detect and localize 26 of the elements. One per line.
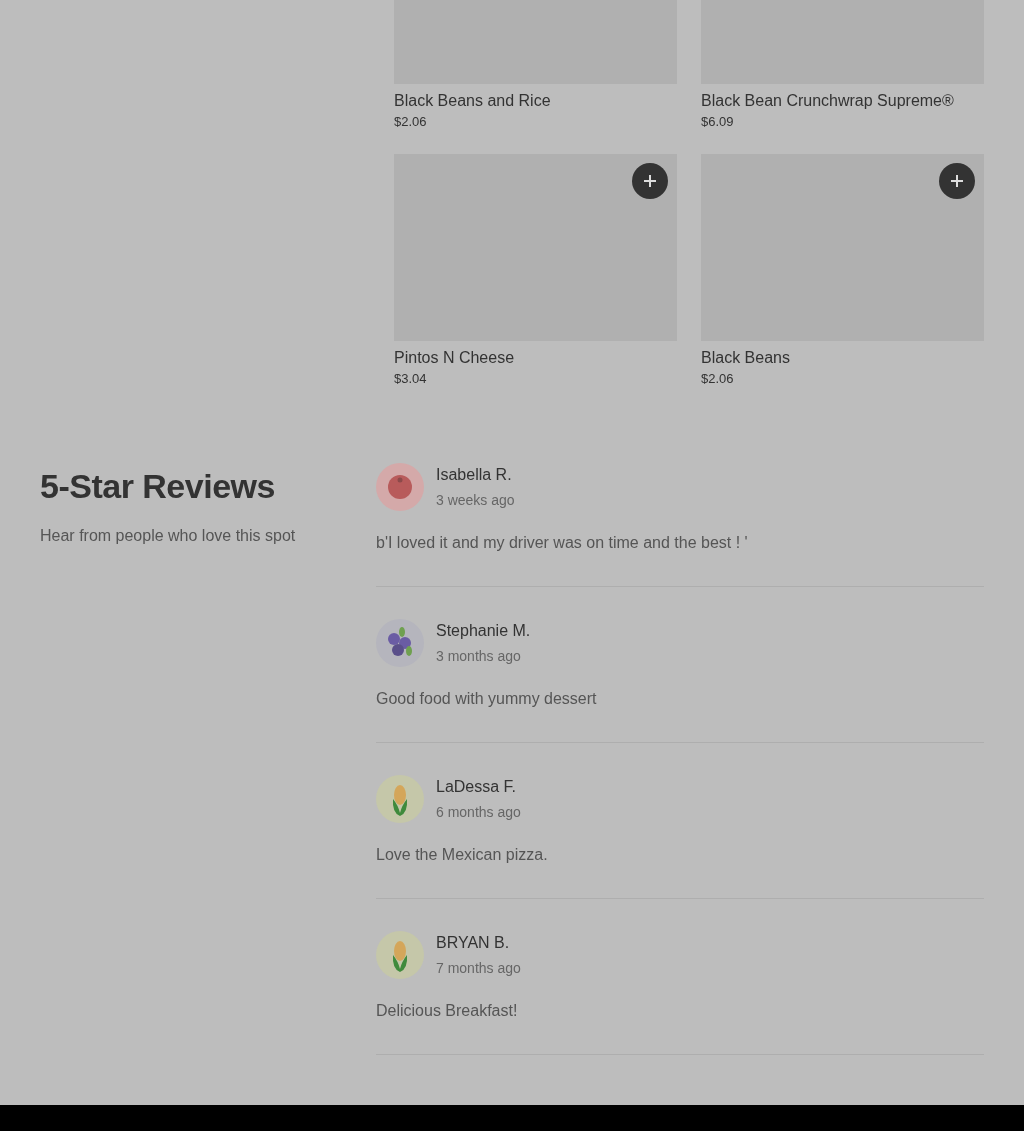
reviewer-name: Stephanie M. [436, 621, 531, 641]
reviewer-name: BRYAN B. [436, 933, 511, 953]
plus-icon [950, 174, 964, 188]
section-subtitle: Hear from people who love this spot [40, 527, 297, 545]
item-price: $3.04 [394, 371, 428, 387]
section-title: 5-Star Reviews [40, 466, 276, 507]
item-name: Black Bean Crunchwrap Supreme® [701, 91, 955, 111]
reviewer-name: LaDessa F. [436, 777, 518, 797]
item-price: $2.06 [701, 371, 735, 387]
review-text: b'I loved it and my driver was on time and the best ! ' [376, 533, 749, 553]
review-text: Good food with yummy dessert [376, 689, 598, 709]
review-time: 6 months ago [436, 803, 521, 821]
item-price: $2.06 [394, 114, 428, 130]
review-time: 7 months ago [436, 959, 521, 977]
add-button[interactable] [939, 163, 975, 199]
plus-icon [643, 174, 657, 188]
item-name: Black Beans and Rice [394, 91, 552, 111]
item-name: Pintos N Cheese [394, 348, 516, 368]
review-text: Love the Mexican pizza. [376, 845, 549, 865]
review-time: 3 months ago [436, 647, 522, 665]
reviewer-name: Isabella R. [436, 465, 513, 485]
review-text: Delicious Breakfast! [376, 1001, 519, 1021]
add-button[interactable] [632, 163, 668, 199]
item-name: Black Beans [701, 348, 791, 368]
item-price: $6.09 [701, 114, 735, 130]
review-time: 3 weeks ago [436, 491, 515, 509]
